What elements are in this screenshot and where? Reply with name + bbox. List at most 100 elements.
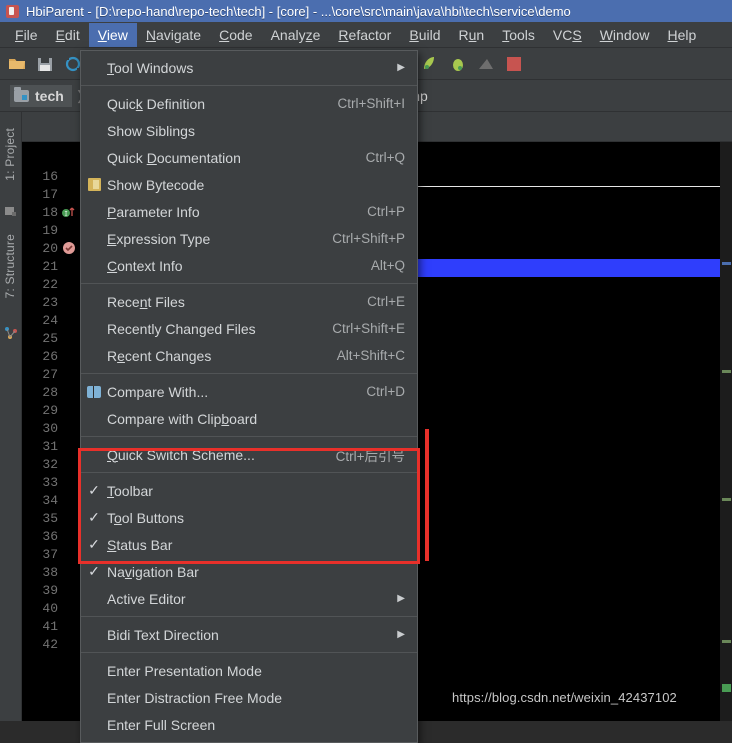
line-number: 34 <box>42 493 58 508</box>
stripe-mark[interactable] <box>722 370 731 373</box>
menu-item-label: Enter Distraction Free Mode <box>107 689 283 706</box>
menu-item-label: Toolbar <box>107 482 153 499</box>
menu-build[interactable]: Build <box>400 23 449 47</box>
menu-item-compare-with-clipboard[interactable]: Compare with Clipboard <box>81 405 417 432</box>
line-number: 35 <box>42 511 58 526</box>
menu-item-tool-buttons[interactable]: ✓ Tool Buttons <box>81 504 417 531</box>
menu-item-enter-presentation-mode[interactable]: Enter Presentation Mode <box>81 657 417 684</box>
line-number: 36 <box>42 529 58 544</box>
menu-tools[interactable]: Tools <box>493 23 544 47</box>
compare-icon <box>81 385 107 398</box>
menu-item-label: Tool Buttons <box>107 509 185 526</box>
line-number: 29 <box>42 403 58 418</box>
menu-separator <box>81 472 417 473</box>
menu-analyze[interactable]: Analyze <box>262 23 330 47</box>
sidebar-item-structure[interactable]: 7: Structure <box>3 234 17 298</box>
menu-run[interactable]: Run <box>450 23 494 47</box>
menu-file[interactable]: File <box>6 23 47 47</box>
view-dropdown-menu[interactable]: Tool Windows ▶ Quick Definition Ctrl+Shi… <box>80 50 418 743</box>
menu-item-navigation-bar[interactable]: ✓ Navigation Bar <box>81 558 417 585</box>
menu-help[interactable]: Help <box>659 23 706 47</box>
profiler-icon[interactable] <box>421 55 439 73</box>
menu-item-toolbar[interactable]: ✓ Toolbar <box>81 477 417 504</box>
menu-item-quick-switch-scheme[interactable]: Quick Switch Scheme... Ctrl+后引号 <box>81 441 417 468</box>
menu-item-label: Recent Files <box>107 293 185 310</box>
menu-item-show-siblings[interactable]: Show Siblings <box>81 117 417 144</box>
checkmark-icon: ✓ <box>88 536 100 552</box>
menu-item-shortcut: Ctrl+Shift+P <box>332 231 405 246</box>
search-everywhere-icon[interactable] <box>505 55 523 73</box>
menu-separator <box>81 436 417 437</box>
menu-view[interactable]: View <box>88 22 137 47</box>
annotation-red-vertical-line <box>425 429 429 561</box>
stripe-mark[interactable] <box>722 640 731 643</box>
line-number: 22 <box>42 277 58 292</box>
menu-item-label: Navigation Bar <box>107 563 199 580</box>
stripe-mark[interactable] <box>722 262 731 265</box>
menu-item-label: Enter Presentation Mode <box>107 662 262 679</box>
menu-item-recent-files[interactable]: Recent Files Ctrl+E <box>81 288 417 315</box>
left-tool-window-stripe: 1: Project 7: Structure <box>0 112 22 721</box>
submenu-arrow-icon: ▶ <box>397 593 405 604</box>
menu-item-recent-changes[interactable]: Recent Changes Alt+Shift+C <box>81 342 417 369</box>
menu-item-label: Bidi Text Direction <box>107 626 219 643</box>
error-stripe-gutter[interactable] <box>720 142 732 721</box>
menu-item-parameter-info[interactable]: Parameter Info Ctrl+P <box>81 198 417 225</box>
submenu-arrow-icon: ▶ <box>397 62 405 73</box>
bytecode-icon <box>81 178 107 191</box>
menu-item-expression-type[interactable]: Expression Type Ctrl+Shift+P <box>81 225 417 252</box>
line-number: 42 <box>42 637 58 652</box>
menu-item-context-info[interactable]: Context Info Alt+Q <box>81 252 417 279</box>
menu-item-enter-distraction-free-mode[interactable]: Enter Distraction Free Mode <box>81 684 417 711</box>
menu-item-bidi-text-direction[interactable]: Bidi Text Direction ▶ <box>81 621 417 648</box>
menu-separator <box>81 373 417 374</box>
menu-item-label: Parameter Info <box>107 203 200 220</box>
menu-item-show-bytecode[interactable]: Show Bytecode <box>81 171 417 198</box>
menu-item-shortcut: Ctrl+E <box>367 294 405 309</box>
menu-item-quick-documentation[interactable]: Quick Documentation Ctrl+Q <box>81 144 417 171</box>
menu-item-shortcut: Alt+Shift+C <box>336 348 405 363</box>
menu-item-status-bar[interactable]: ✓ Status Bar <box>81 531 417 558</box>
menu-vcs[interactable]: VCS <box>544 23 591 47</box>
window-title-text: HbiParent - [D:\repo-hand\repo-tech\tech… <box>26 3 571 19</box>
checkmark-icon: ✓ <box>88 563 100 579</box>
menu-item-recently-changed-files[interactable]: Recently Changed Files Ctrl+Shift+E <box>81 315 417 342</box>
menu-item-active-editor[interactable]: Active Editor ▶ <box>81 585 417 612</box>
window-title-bar: HbiParent - [D:\repo-hand\repo-tech\tech… <box>0 0 732 22</box>
breadcrumb-label: tech <box>35 87 64 104</box>
structure-icon[interactable] <box>4 326 18 340</box>
open-folder-icon[interactable] <box>8 55 26 73</box>
svg-text:I: I <box>64 211 68 218</box>
menu-edit[interactable]: Edit <box>47 23 89 47</box>
watermark-text: https://blog.csdn.net/weixin_42437102 <box>452 690 677 705</box>
sidebar-item-project[interactable]: 1: Project <box>3 128 17 181</box>
menu-code[interactable]: Code <box>210 23 261 47</box>
menu-item-label: Quick Switch Scheme... <box>107 446 255 463</box>
menu-refactor[interactable]: Refactor <box>329 23 400 47</box>
override-method-icon[interactable]: I <box>62 205 76 219</box>
menu-item-quick-definition[interactable]: Quick Definition Ctrl+Shift+I <box>81 90 417 117</box>
project-tree-icon[interactable] <box>4 204 18 218</box>
menu-item-shortcut: Ctrl+Shift+E <box>332 321 405 336</box>
folder-module-icon <box>14 86 29 102</box>
line-number: 28 <box>42 385 58 400</box>
attach-icon[interactable] <box>449 55 467 73</box>
stop-icon[interactable] <box>477 55 495 73</box>
breakpoint-disabled-icon[interactable] <box>62 241 76 255</box>
breadcrumb-module-tech[interactable]: tech <box>10 84 72 107</box>
menu-window[interactable]: Window <box>591 23 659 47</box>
stripe-mark[interactable] <box>722 684 731 692</box>
menu-item-shortcut: Ctrl+Shift+I <box>337 96 405 111</box>
menu-item-enter-full-screen[interactable]: Enter Full Screen <box>81 711 417 738</box>
menu-navigate[interactable]: Navigate <box>137 23 210 47</box>
line-number: 40 <box>42 601 58 616</box>
line-number: 21 <box>42 259 58 274</box>
line-number: 39 <box>42 583 58 598</box>
stripe-mark[interactable] <box>722 498 731 501</box>
menu-item-compare-with[interactable]: Compare With... Ctrl+D <box>81 378 417 405</box>
editor-gutter[interactable]: 16 17 18 19 20 21 22 23 24 25 26 27 28 2… <box>22 142 84 721</box>
line-number: 25 <box>42 331 58 346</box>
save-all-icon[interactable] <box>36 55 54 73</box>
menu-bar: File Edit View Navigate Code Analyze Ref… <box>0 22 732 48</box>
menu-item-tool-windows[interactable]: Tool Windows ▶ <box>81 54 417 81</box>
